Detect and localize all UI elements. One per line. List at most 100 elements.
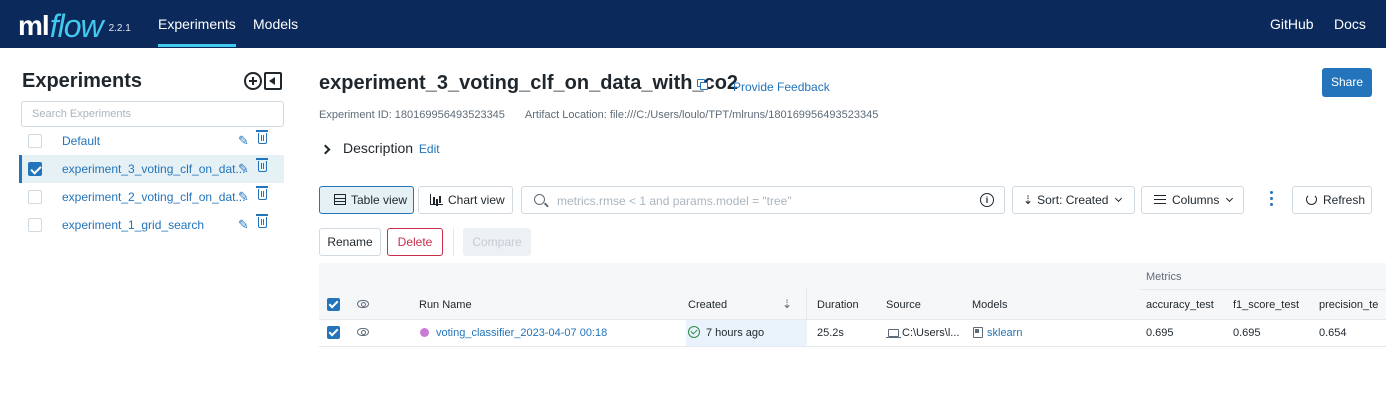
columns-label: Columns [1172, 193, 1220, 207]
nav-experiments[interactable]: Experiments [158, 16, 236, 47]
trash-icon[interactable] [256, 186, 268, 200]
row-divider [319, 346, 1386, 347]
laptop-icon [886, 329, 901, 339]
info-icon[interactable]: i [980, 193, 994, 207]
artifact-location: Artifact Location: file:///C:/Users/loul… [524, 109, 879, 121]
version-label: 2.2.1 [108, 23, 131, 34]
nav-docs[interactable]: Docs [1334, 16, 1366, 32]
bar-chart-icon [430, 194, 443, 206]
table-row[interactable]: voting_classifier_2023-04-07 00:18 7 hou… [319, 320, 1386, 346]
table-view-button[interactable]: Table view [319, 186, 414, 214]
visibility-eye-icon[interactable] [357, 328, 369, 336]
column-header-models[interactable]: Models [972, 299, 1007, 311]
sidebar-item-label[interactable]: experiment_1_grid_search [62, 218, 204, 232]
search-icon [534, 194, 545, 205]
run-created[interactable]: 7 hours ago [706, 327, 764, 339]
table-icon [334, 194, 346, 206]
run-duration: 25.2s [817, 327, 844, 339]
edit-pencil-icon[interactable]: ✎ [238, 217, 249, 233]
column-header-precision-test[interactable]: precision_te [1319, 299, 1378, 311]
sidebar-item-experiment-2[interactable]: experiment_2_voting_clf_on_dat... ✎ [21, 183, 284, 211]
rename-button[interactable]: Rename [319, 228, 381, 256]
run-search-input[interactable]: metrics.rmse < 1 and params.model = "tre… [521, 186, 1005, 214]
model-icon [973, 327, 983, 338]
sort-icon: ⇣ [1023, 193, 1034, 207]
sidebar-item-experiment-3[interactable]: experiment_3_voting_clf_on_dat... ✎ [19, 155, 284, 183]
column-header-f1-score-test[interactable]: f1_score_test [1233, 299, 1299, 311]
experiment-meta: Experiment ID: 180169956493523345 Artifac… [319, 109, 878, 121]
experiment-checkbox-checked[interactable] [28, 162, 42, 176]
column-header-duration[interactable]: Duration [817, 299, 859, 311]
add-experiment-icon[interactable] [244, 72, 262, 90]
column-header-created[interactable]: Created [688, 299, 727, 311]
description-edit-link[interactable]: Edit [419, 142, 440, 156]
run-accuracy-test: 0.695 [1146, 327, 1174, 339]
run-color-dot[interactable] [420, 328, 429, 337]
select-all-checkbox[interactable] [327, 298, 340, 311]
logo-flow-text: flow [49, 8, 104, 44]
trash-icon[interactable] [256, 158, 268, 172]
metrics-group-divider [1140, 289, 1386, 290]
sort-dropdown[interactable]: ⇣ Sort: Created [1012, 186, 1135, 214]
edit-pencil-icon[interactable]: ✎ [238, 133, 249, 149]
provide-feedback-link[interactable]: Provide Feedback [733, 80, 830, 94]
experiment-checkbox[interactable] [28, 134, 42, 148]
columns-dropdown[interactable]: Columns [1141, 186, 1244, 214]
refresh-icon [1306, 194, 1317, 206]
share-button[interactable]: Share [1322, 68, 1372, 97]
columns-icon [1154, 195, 1166, 205]
sidebar-item-label[interactable]: experiment_3_voting_clf_on_dat... [62, 162, 245, 176]
nav-models[interactable]: Models [253, 16, 298, 32]
run-f1-score-test: 0.695 [1233, 327, 1261, 339]
run-name-link[interactable]: voting_classifier_2023-04-07 00:18 [436, 327, 607, 339]
column-divider [806, 289, 807, 319]
edit-pencil-icon[interactable]: ✎ [238, 189, 249, 205]
chevron-down-icon [1115, 194, 1123, 203]
sidebar-item-experiment-1[interactable]: experiment_1_grid_search ✎ [21, 211, 284, 239]
column-header-run-name[interactable]: Run Name [419, 299, 472, 311]
description-toggle[interactable]: Description Edit [320, 140, 440, 156]
sidebar-item-label[interactable]: Default [62, 134, 100, 148]
experiment-id: Experiment ID: 180169956493523345 [319, 109, 505, 121]
run-search-placeholder: metrics.rmse < 1 and params.model = "tre… [557, 194, 792, 208]
column-header-source[interactable]: Source [886, 299, 921, 311]
logo-ml-text: ml [18, 10, 50, 41]
chevron-down-icon [1226, 194, 1234, 203]
chevron-right-icon [320, 144, 331, 155]
sort-descending-icon[interactable]: ⇣ [782, 297, 792, 311]
metrics-group-header: Metrics [1146, 271, 1182, 283]
experiment-title: experiment_3_voting_clf_on_data_with_co2 [319, 72, 739, 94]
refresh-button[interactable]: Refresh [1292, 186, 1372, 214]
sidebar-item-default[interactable]: Default ✎ [21, 127, 284, 155]
chart-view-label: Chart view [448, 193, 505, 207]
sort-label: Sort: Created [1037, 193, 1109, 207]
description-label[interactable]: Description [343, 140, 413, 156]
run-precision-test: 0.654 [1319, 327, 1347, 339]
mlflow-logo[interactable]: ml flow 2.2.1 [18, 4, 131, 44]
more-options-icon[interactable] [1270, 191, 1274, 209]
compare-button: Compare [463, 228, 531, 256]
trash-icon[interactable] [256, 214, 268, 228]
experiment-search-input[interactable]: Search Experiments [21, 101, 284, 127]
trash-icon[interactable] [256, 130, 268, 144]
visibility-eye-icon[interactable] [357, 300, 369, 308]
experiment-checkbox[interactable] [28, 190, 42, 204]
table-view-label: Table view [351, 193, 408, 207]
chart-view-button[interactable]: Chart view [418, 186, 513, 214]
success-check-icon [688, 326, 700, 338]
collapse-sidebar-icon[interactable] [264, 72, 282, 90]
column-header-accuracy-test[interactable]: accuracy_test [1146, 299, 1214, 311]
nav-github[interactable]: GitHub [1270, 16, 1314, 32]
delete-button[interactable]: Delete [387, 228, 443, 256]
run-model-link[interactable]: sklearn [987, 327, 1022, 339]
sidebar-item-label[interactable]: experiment_2_voting_clf_on_dat... [62, 190, 245, 204]
refresh-label: Refresh [1323, 193, 1366, 207]
sidebar-title: Experiments [22, 70, 143, 92]
row-checkbox[interactable] [327, 326, 340, 339]
experiment-checkbox[interactable] [28, 218, 42, 232]
edit-pencil-icon[interactable]: ✎ [238, 161, 249, 177]
copy-icon[interactable] [697, 79, 709, 91]
top-nav-bar: ml flow 2.2.1 Experiments Models GitHub … [0, 0, 1386, 48]
toolbar-divider [453, 228, 454, 256]
run-source: C:\Users\l... [902, 327, 960, 339]
